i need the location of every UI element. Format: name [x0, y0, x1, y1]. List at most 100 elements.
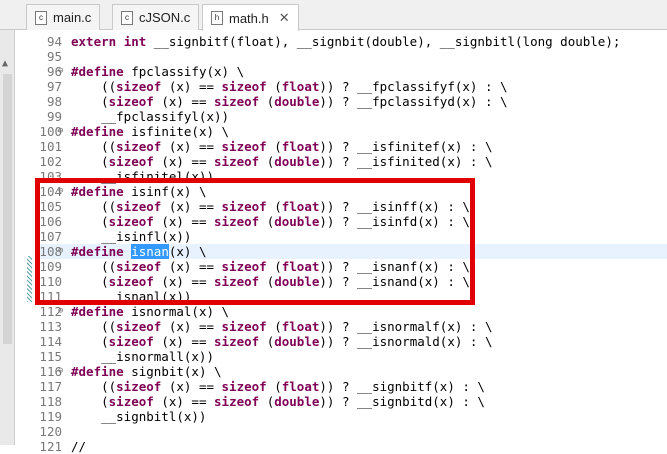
tab-label: math.h: [229, 10, 269, 26]
keyword: sizeof: [116, 319, 162, 334]
code-line[interactable]: 94 extern int __signbitf(float), __signbi…: [36, 34, 667, 49]
line-number: 102: [39, 154, 62, 169]
tab-main-c[interactable]: c main.c: [26, 4, 101, 30]
keyword: sizeof: [214, 94, 260, 109]
code-token: (: [259, 154, 275, 169]
code-token: __fpclassifyl(x)): [71, 109, 230, 124]
code-token: (: [259, 94, 275, 109]
tab-cjson-c[interactable]: c cJSON.c: [112, 4, 200, 30]
left-scrollbar[interactable]: ▲: [0, 30, 15, 445]
tab-math-h[interactable]: h math.h ✕: [202, 4, 299, 31]
code-token: ((: [71, 319, 117, 334]
code-token: (: [266, 379, 282, 394]
code-token: )) ? __signbitf(x) : \: [319, 379, 485, 394]
keyword: sizeof: [221, 319, 267, 334]
line-number: 97: [46, 79, 62, 94]
code-line[interactable]: 96 ⊖ #define fpclassify(x) \: [36, 64, 667, 79]
code-token: (: [71, 94, 109, 109]
keyword: sizeof: [221, 139, 267, 154]
keyword: double: [274, 94, 320, 109]
line-number: 120: [39, 424, 62, 439]
close-icon[interactable]: ✕: [279, 10, 290, 26]
line-number: 117: [39, 379, 62, 394]
keyword: sizeof: [221, 79, 267, 94]
code-token: )) ? __signbitd(x) : \: [319, 394, 485, 409]
code-line[interactable]: 120: [36, 424, 667, 439]
code-token: __signbitl(x)): [71, 409, 207, 424]
keyword: float: [281, 379, 320, 394]
highlight-box: [35, 178, 475, 305]
code-text: ((sizeof (x) == sizeof (float)) ? __isno…: [71, 319, 492, 334]
code-token: isfinite(x) \: [123, 124, 230, 139]
line-number: 101: [39, 139, 62, 154]
code-line[interactable]: 119 __signbitl(x)): [36, 409, 667, 424]
code-text: #define isfinite(x) \: [71, 124, 229, 139]
keyword: sizeof: [116, 139, 162, 154]
line-number: 121: [39, 439, 62, 454]
keyword: sizeof: [214, 334, 260, 349]
code-token: (x) ==: [161, 139, 222, 154]
code-token: (: [266, 139, 282, 154]
code-line[interactable]: 117 ((sizeof (x) == sizeof (float)) ? __…: [36, 379, 667, 394]
code-line[interactable]: 100 ⊖ #define isfinite(x) \: [36, 124, 667, 139]
code-token: )) ? __isnormald(x) : \: [319, 334, 493, 349]
fold-icon[interactable]: ⊖: [58, 124, 63, 139]
code-text: //: [71, 439, 86, 454]
fold-icon[interactable]: ⊖: [58, 64, 63, 79]
keyword: float: [281, 319, 320, 334]
line-number: 98: [46, 94, 62, 109]
code-token: (: [71, 334, 109, 349]
code-token: signbit(x) \: [123, 364, 222, 379]
code-line[interactable]: 118 (sizeof (x) == sizeof (double)) ? __…: [36, 394, 667, 409]
code-line[interactable]: 95: [36, 49, 667, 64]
code-token: (: [71, 154, 109, 169]
c-file-icon: c: [121, 10, 133, 25]
code-line[interactable]: 116 ⊖ #define signbit(x) \: [36, 364, 667, 379]
code-line[interactable]: 114 (sizeof (x) == sizeof (double)) ? __…: [36, 334, 667, 349]
code-line[interactable]: 99 __fpclassifyl(x)): [36, 109, 667, 124]
code-text: (sizeof (x) == sizeof (double)) ? __fpcl…: [71, 94, 508, 109]
code-text: __signbitl(x)): [71, 409, 206, 424]
code-text: __fpclassifyl(x)): [71, 109, 229, 124]
code-token: )) ? __isnormalf(x) : \: [319, 319, 493, 334]
keyword: double: [274, 154, 320, 169]
code-line[interactable]: 113 ((sizeof (x) == sizeof (float)) ? __…: [36, 319, 667, 334]
code-text: ((sizeof (x) == sizeof (float)) ? __fpcl…: [71, 79, 508, 94]
code-line[interactable]: 98 (sizeof (x) == sizeof (double)) ? __f…: [36, 94, 667, 109]
c-file-icon: c: [35, 10, 47, 25]
keyword: double: [274, 394, 320, 409]
code-text: (sizeof (x) == sizeof (double)) ? __sign…: [71, 394, 485, 409]
code-line[interactable]: 112 ⊖ #define isnormal(x) \: [36, 304, 667, 319]
fold-icon[interactable]: ⊖: [58, 304, 63, 319]
editor-tab-bar: c main.c c cJSON.c h math.h ✕: [0, 0, 667, 31]
keyword: sizeof: [214, 394, 260, 409]
code-line[interactable]: 115 __isnormall(x)): [36, 349, 667, 364]
code-text: #define isnormal(x) \: [71, 304, 229, 319]
code-token: )) ? __fpclassifyf(x) : \: [319, 79, 508, 94]
code-line[interactable]: 101 ((sizeof (x) == sizeof (float)) ? __…: [36, 139, 667, 154]
keyword: #define: [71, 304, 124, 319]
tab-label: cJSON.c: [139, 10, 191, 25]
fold-icon[interactable]: ⊖: [58, 364, 63, 379]
code-text: ((sizeof (x) == sizeof (float)) ? __isfi…: [71, 139, 492, 154]
change-marker: [27, 256, 32, 302]
code-line[interactable]: 102 (sizeof (x) == sizeof (double)) ? __…: [36, 154, 667, 169]
code-token: (x) ==: [161, 379, 222, 394]
scroll-up-icon[interactable]: ▲: [2, 58, 8, 69]
code-text: (sizeof (x) == sizeof (double)) ? __isfi…: [71, 154, 492, 169]
code-line[interactable]: 97 ((sizeof (x) == sizeof (float)) ? __f…: [36, 79, 667, 94]
keyword: float: [281, 139, 320, 154]
code-token: )) ? __fpclassifyd(x) : \: [319, 94, 508, 109]
line-number: 113: [39, 319, 62, 334]
code-line[interactable]: 121 //: [36, 439, 667, 454]
code-token: (x) ==: [161, 79, 222, 94]
code-token: (x) ==: [153, 394, 215, 409]
code-token: ((: [71, 79, 117, 94]
code-token: __isnormall(x)): [71, 349, 214, 364]
keyword: #define: [71, 124, 124, 139]
scrollbar-thumb[interactable]: [3, 74, 12, 344]
keyword: sizeof: [108, 334, 154, 349]
keyword: double: [274, 334, 320, 349]
code-token: )) ? __isfinited(x) : \: [319, 154, 493, 169]
